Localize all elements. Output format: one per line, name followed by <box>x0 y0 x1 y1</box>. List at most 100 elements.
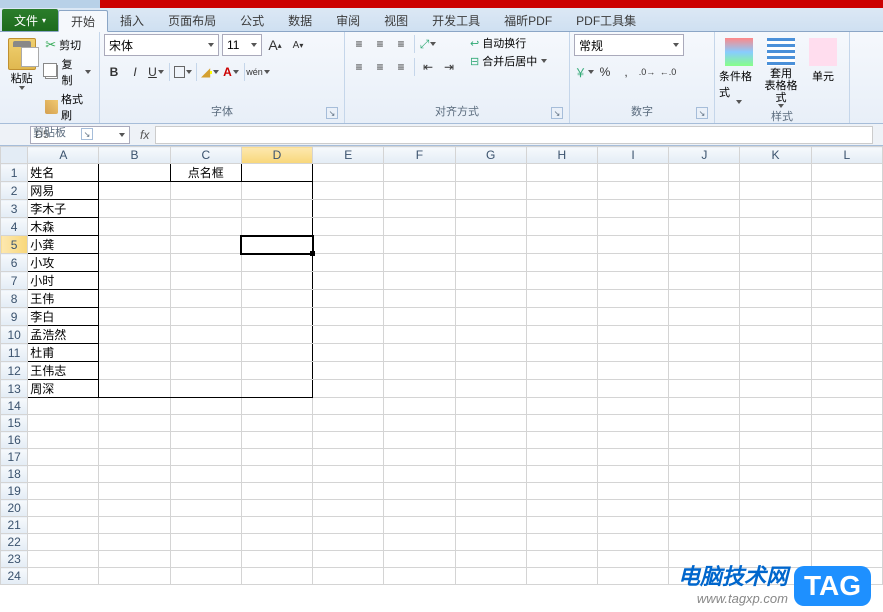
cell-A3[interactable]: 李木子 <box>28 200 99 218</box>
cell-J10[interactable] <box>669 326 740 344</box>
align-bottom-button[interactable]: ≡ <box>391 34 411 54</box>
cell-B9[interactable] <box>99 308 170 326</box>
cell-L8[interactable] <box>811 290 882 308</box>
cell-F9[interactable] <box>384 308 455 326</box>
cell-E2[interactable] <box>313 182 384 200</box>
cell-K6[interactable] <box>740 254 811 272</box>
cell-E6[interactable] <box>313 254 384 272</box>
cell-K5[interactable] <box>740 236 811 254</box>
cell-B17[interactable] <box>99 449 170 466</box>
cell-J3[interactable] <box>669 200 740 218</box>
cell-G22[interactable] <box>455 534 526 551</box>
orientation-button[interactable]: ⤢ <box>418 34 438 54</box>
row-header-13[interactable]: 13 <box>1 380 28 398</box>
cell-J7[interactable] <box>669 272 740 290</box>
cell-L12[interactable] <box>811 362 882 380</box>
cell-G3[interactable] <box>455 200 526 218</box>
cell-H21[interactable] <box>526 517 597 534</box>
cell-I19[interactable] <box>597 483 668 500</box>
cell-C19[interactable] <box>170 483 241 500</box>
row-header-1[interactable]: 1 <box>1 164 28 182</box>
dialog-launcher-icon[interactable]: ↘ <box>326 107 338 119</box>
cell-B8[interactable] <box>99 290 170 308</box>
cell-I20[interactable] <box>597 500 668 517</box>
cell-H16[interactable] <box>526 432 597 449</box>
cell-K16[interactable] <box>740 432 811 449</box>
cell-B14[interactable] <box>99 398 170 415</box>
cell-E13[interactable] <box>313 380 384 398</box>
cell-F18[interactable] <box>384 466 455 483</box>
cell-E17[interactable] <box>313 449 384 466</box>
cell-A15[interactable] <box>28 415 99 432</box>
cell-K3[interactable] <box>740 200 811 218</box>
cell-H19[interactable] <box>526 483 597 500</box>
cell-B24[interactable] <box>99 568 170 585</box>
cell-L4[interactable] <box>811 218 882 236</box>
cell-G20[interactable] <box>455 500 526 517</box>
cell-K11[interactable] <box>740 344 811 362</box>
cell-E18[interactable] <box>313 466 384 483</box>
cell-I11[interactable] <box>597 344 668 362</box>
column-header-F[interactable]: F <box>384 147 455 164</box>
cell-B11[interactable] <box>99 344 170 362</box>
cell-G18[interactable] <box>455 466 526 483</box>
copy-button[interactable]: 复制 <box>41 55 95 89</box>
grow-font-button[interactable]: A▴ <box>265 35 285 55</box>
cell-J15[interactable] <box>669 415 740 432</box>
font-size-combo[interactable]: 11 <box>222 34 262 56</box>
decrease-decimal-button[interactable]: ←.0 <box>658 62 678 82</box>
cell-H10[interactable] <box>526 326 597 344</box>
cell-B6[interactable] <box>99 254 170 272</box>
cell-G13[interactable] <box>455 380 526 398</box>
cell-G9[interactable] <box>455 308 526 326</box>
cell-D10[interactable] <box>241 326 312 344</box>
cell-A18[interactable] <box>28 466 99 483</box>
cell-L9[interactable] <box>811 308 882 326</box>
formula-input[interactable] <box>155 126 873 144</box>
cell-J20[interactable] <box>669 500 740 517</box>
cell-G24[interactable] <box>455 568 526 585</box>
tab-home[interactable]: 开始 <box>58 10 108 32</box>
row-header-8[interactable]: 8 <box>1 290 28 308</box>
row-header-2[interactable]: 2 <box>1 182 28 200</box>
row-header-17[interactable]: 17 <box>1 449 28 466</box>
cell-C13[interactable] <box>170 380 241 398</box>
cell-K12[interactable] <box>740 362 811 380</box>
cell-B18[interactable] <box>99 466 170 483</box>
tab-foxit-pdf[interactable]: 福昕PDF <box>492 9 564 31</box>
bold-button[interactable]: B <box>104 62 124 82</box>
cell-I13[interactable] <box>597 380 668 398</box>
fx-icon[interactable]: fx <box>140 128 149 142</box>
font-name-combo[interactable]: 宋体 <box>104 34 219 56</box>
cell-L11[interactable] <box>811 344 882 362</box>
cell-F7[interactable] <box>384 272 455 290</box>
cell-C23[interactable] <box>170 551 241 568</box>
cell-B3[interactable] <box>99 200 170 218</box>
cell-F19[interactable] <box>384 483 455 500</box>
cell-E16[interactable] <box>313 432 384 449</box>
wrap-text-button[interactable]: ↩自动换行 <box>467 34 550 52</box>
cell-K21[interactable] <box>740 517 811 534</box>
cell-F11[interactable] <box>384 344 455 362</box>
cell-I6[interactable] <box>597 254 668 272</box>
cell-I7[interactable] <box>597 272 668 290</box>
column-header-C[interactable]: C <box>170 147 241 164</box>
cell-A1[interactable]: 姓名 <box>28 164 99 182</box>
cell-C22[interactable] <box>170 534 241 551</box>
cell-D11[interactable] <box>241 344 312 362</box>
row-header-5[interactable]: 5 <box>1 236 28 254</box>
cell-D5[interactable] <box>241 236 312 254</box>
cell-L22[interactable] <box>811 534 882 551</box>
cell-B1[interactable] <box>99 164 170 182</box>
cell-L10[interactable] <box>811 326 882 344</box>
cell-E20[interactable] <box>313 500 384 517</box>
cell-K9[interactable] <box>740 308 811 326</box>
cell-J9[interactable] <box>669 308 740 326</box>
cell-L13[interactable] <box>811 380 882 398</box>
cell-E9[interactable] <box>313 308 384 326</box>
cell-C24[interactable] <box>170 568 241 585</box>
cell-B21[interactable] <box>99 517 170 534</box>
cell-F17[interactable] <box>384 449 455 466</box>
cell-F3[interactable] <box>384 200 455 218</box>
cell-D19[interactable] <box>241 483 312 500</box>
